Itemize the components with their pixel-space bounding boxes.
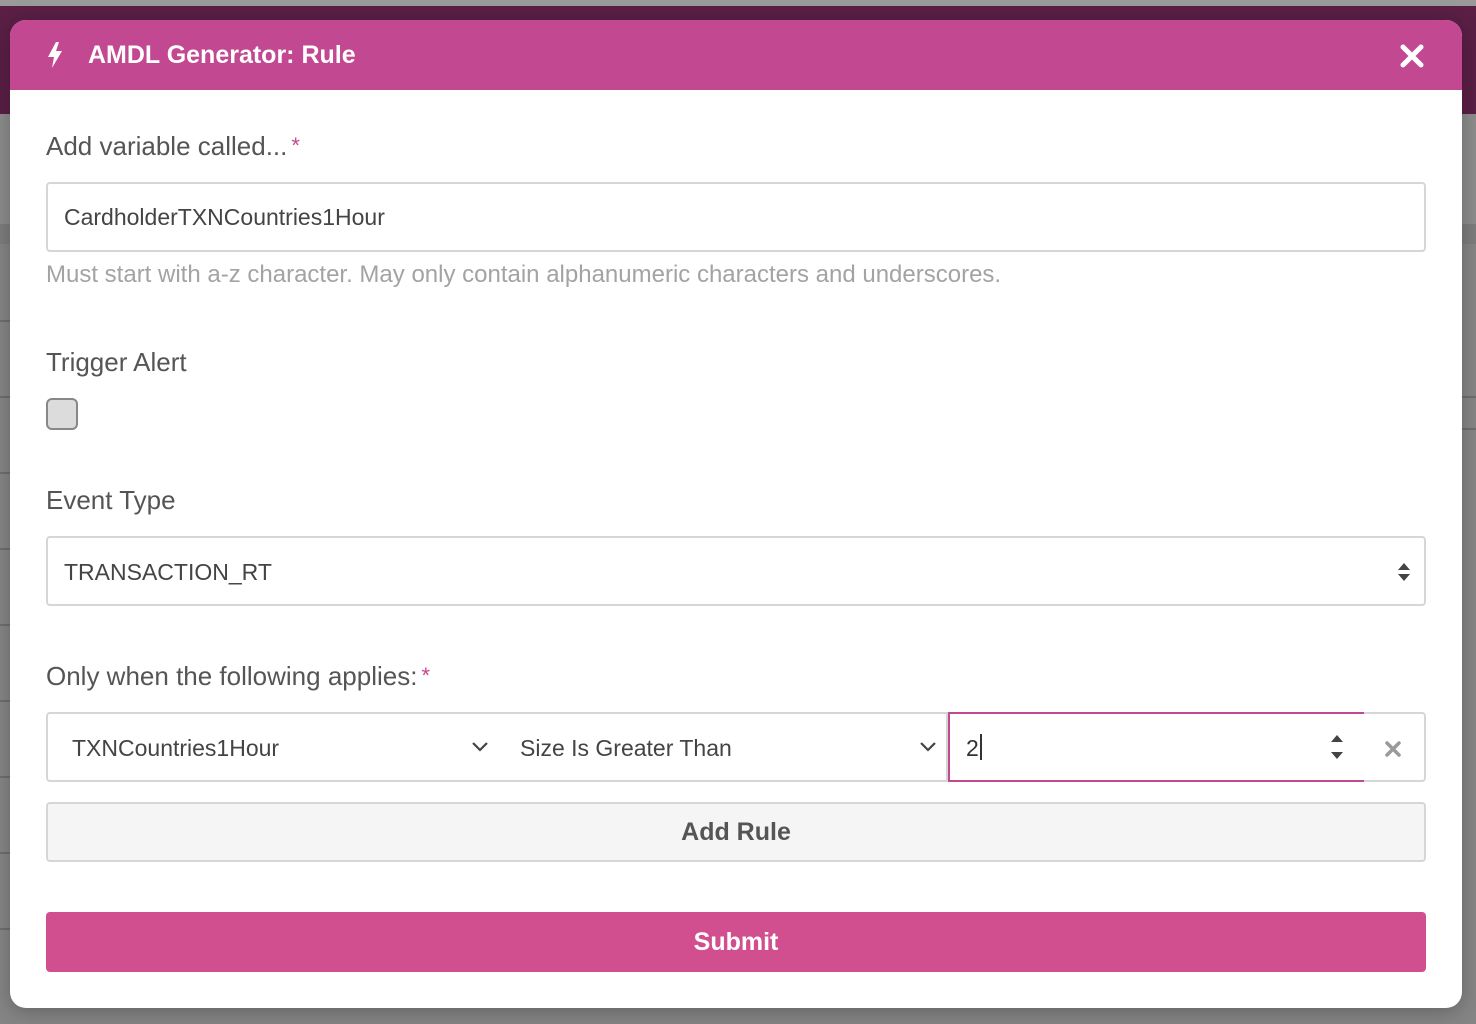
background-divider — [1460, 396, 1476, 398]
rule-row: TXNCountries1Hour Size Is Greater Than 2 — [46, 712, 1426, 782]
rule-value-text: 2 — [966, 734, 982, 762]
bolt-icon — [48, 42, 62, 68]
required-mark: * — [421, 663, 431, 688]
submit-button[interactable]: Submit — [46, 912, 1426, 972]
close-icon[interactable] — [1398, 42, 1426, 70]
trigger-alert-label: Trigger Alert — [46, 347, 187, 377]
remove-rule-cell — [1364, 712, 1426, 782]
add-rule-button[interactable]: Add Rule — [46, 802, 1426, 862]
required-mark: * — [291, 133, 300, 158]
chevron-down-icon — [472, 742, 488, 752]
event-type-selected: TRANSACTION_RT — [64, 559, 272, 585]
conditions-label-text: Only when the following applies: — [46, 661, 418, 691]
variable-name-label-text: Add variable called... — [46, 131, 288, 161]
event-type-select[interactable]: TRANSACTION_RT — [46, 536, 1426, 606]
select-arrows-icon — [1398, 563, 1410, 581]
rule-field-value: TXNCountries1Hour — [72, 735, 280, 761]
background-divider — [1460, 428, 1476, 430]
modal-title: AMDL Generator: Rule — [88, 41, 356, 69]
variable-name-input[interactable] — [46, 182, 1426, 252]
rule-value: 2 — [966, 735, 979, 761]
modal-header: AMDL Generator: Rule — [10, 20, 1462, 90]
conditions-label: Only when the following applies: * — [46, 660, 430, 692]
chevron-down-icon — [920, 742, 936, 752]
rule-field-select[interactable]: TXNCountries1Hour — [46, 712, 498, 782]
event-type-label: Event Type — [46, 485, 176, 515]
rule-generator-modal: AMDL Generator: Rule Add variable called… — [10, 20, 1462, 1008]
rule-value-input[interactable]: 2 — [948, 712, 1366, 782]
rule-operator-value: Size Is Greater Than — [520, 735, 732, 761]
variable-name-label: Add variable called... * — [46, 130, 300, 162]
trigger-alert-checkbox[interactable] — [46, 398, 78, 430]
number-spinner-icon[interactable] — [1328, 730, 1346, 764]
remove-rule-icon[interactable] — [1384, 740, 1402, 758]
rule-operator-select[interactable]: Size Is Greater Than — [496, 712, 948, 782]
variable-name-help: Must start with a-z character. May only … — [46, 261, 1002, 288]
text-caret — [979, 734, 982, 760]
